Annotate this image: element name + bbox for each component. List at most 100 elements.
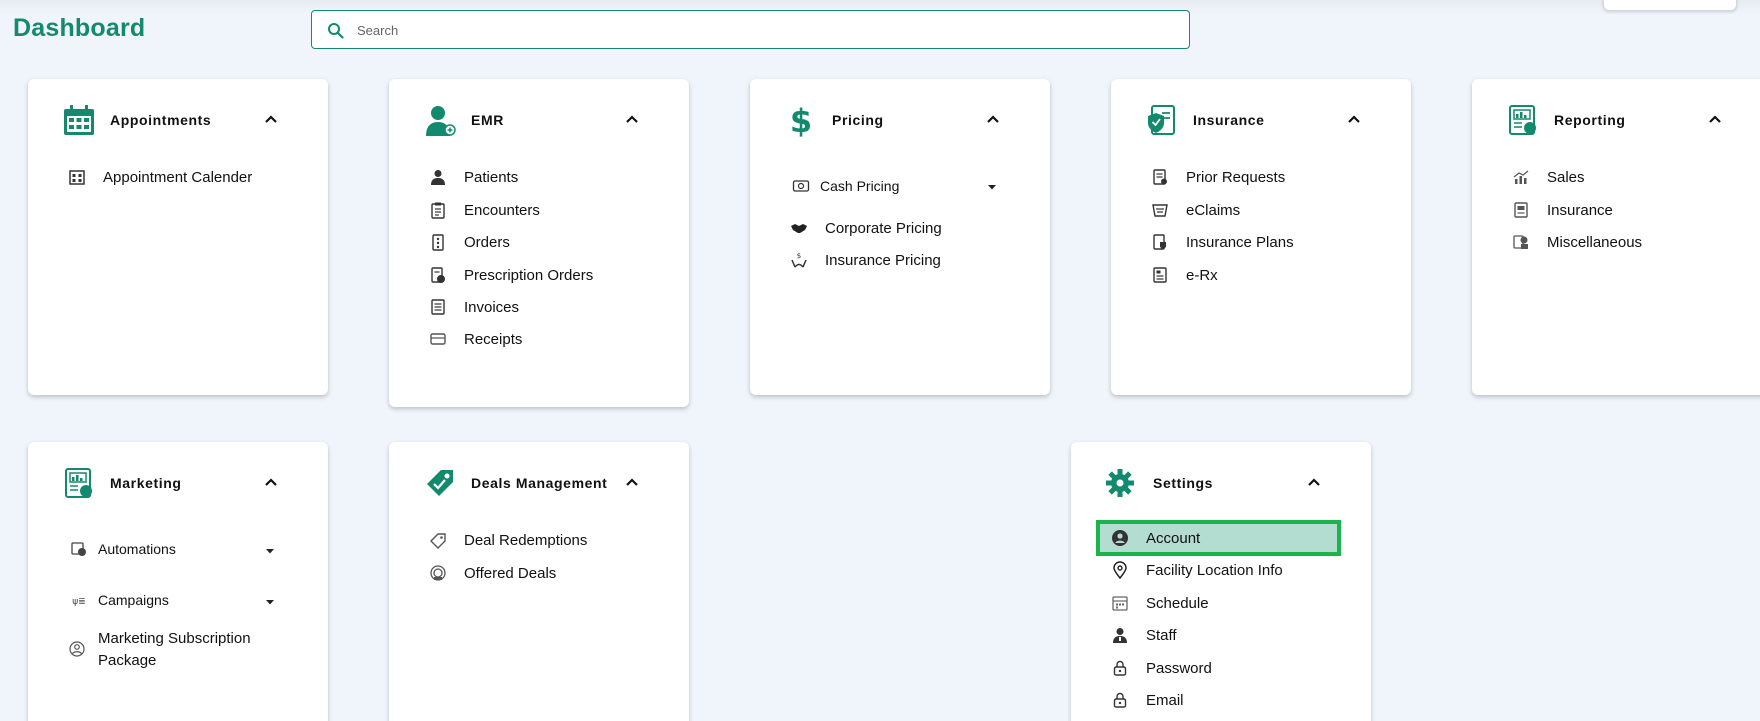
card-header[interactable]: Appointments [28,79,328,159]
menu-item-eclaims[interactable]: eClaims [1151,197,1240,223]
search-icon [328,23,344,39]
card-header[interactable]: Reporting [1472,79,1760,159]
card-reporting: Reporting Sales Insurance Miscellaneous [1472,79,1760,395]
menu-item-label: Insurance Plans [1186,233,1294,251]
card-insurance: Insurance Prior Requests eClaims Insuran… [1111,79,1411,395]
page-title: Dashboard [13,14,146,42]
report-icon [1509,105,1536,135]
chevron-up-icon[interactable] [1708,114,1722,124]
menu-item-receipts[interactable]: Receipts [429,326,522,352]
menu-item-label: Orders [464,233,510,251]
menu-item-corporate-pricing[interactable]: Corporate Pricing [790,215,942,241]
receipt-icon [430,333,446,345]
menu-item-label: Facility Location Info [1146,561,1283,579]
menu-item-label: Password [1146,659,1212,677]
menu-item-label: Insurance [1547,201,1613,219]
card-title: Insurance [1193,112,1265,128]
campaign-icon: ψ≣ [72,597,85,607]
dollar-icon: $ [790,103,812,137]
card-header[interactable]: Insurance [1111,79,1411,159]
card-header[interactable]: Deals Management [389,442,689,522]
card-appointments: Appointments Appointment Calender [28,79,328,395]
menu-item-label: Email [1146,691,1184,709]
menu-item-label: Encounters [464,201,540,219]
calendar-icon [64,105,94,135]
menu-item-label: Sales [1547,168,1585,186]
card-title: Appointments [110,112,212,128]
menu-item-e-rx[interactable]: e-Rx [1151,262,1218,288]
dropdown-automations[interactable]: Automations [70,536,176,562]
menu-item-deal-redemptions[interactable]: Deal Redemptions [429,527,587,553]
menu-item-label: e-Rx [1186,266,1218,284]
menu-item-label: Schedule [1146,594,1209,612]
menu-item-label: Deal Redemptions [464,531,588,549]
dropdown-label: Automations [98,541,176,557]
menu-item-label: Offered Deals [464,564,557,582]
schedule-calendar-icon [1112,596,1128,611]
card-title: Reporting [1554,112,1626,128]
order-list-icon [432,234,444,251]
chevron-up-icon[interactable] [1347,114,1361,124]
menu-item-insurance-plans[interactable]: Insurance Plans [1151,229,1294,255]
card-pricing: $ Pricing Cash Pricing Corporate Pricing… [750,79,1050,395]
card-header[interactable]: EMR [389,79,689,159]
chevron-down-icon[interactable] [265,599,275,605]
dropdown-label: Campaigns [98,592,169,608]
card-settings: Settings Account Facility Location Info … [1071,442,1371,721]
handshake-icon [791,224,807,233]
menu-item-schedule[interactable]: Schedule [1111,590,1209,616]
card-header[interactable]: $ Pricing [750,79,1050,159]
menu-item-staff[interactable]: Staff [1111,622,1177,648]
dropdown-campaigns[interactable]: ψ≣ Campaigns [70,587,169,613]
chevron-up-icon[interactable] [986,114,1000,124]
menu-item-label: Account [1146,529,1201,547]
card-title: Marketing [110,475,182,491]
search-input[interactable] [357,17,1167,43]
menu-item-miscellaneous[interactable]: Miscellaneous [1512,229,1642,255]
chevron-up-icon[interactable] [625,114,639,124]
menu-item-patients[interactable]: Patients [429,164,518,190]
menu-item-sales[interactable]: Sales [1512,164,1585,190]
card-header[interactable]: Settings [1071,442,1371,522]
subscription-user-icon [69,641,85,657]
menu-item-password[interactable]: Password [1111,655,1212,681]
menu-item-orders[interactable]: Orders [429,229,510,255]
menu-item-insurance-pricing[interactable]: $ Insurance Pricing [790,247,941,273]
staff-icon [1113,628,1127,643]
menu-item-label: Patients [464,168,519,186]
claims-icon [1152,204,1168,217]
menu-item-offered-deals[interactable]: Offered Deals [429,560,556,586]
dropdown-cash-pricing[interactable]: Cash Pricing [792,173,899,199]
chevron-down-icon[interactable] [265,548,275,554]
chevron-up-icon[interactable] [264,114,278,124]
menu-item-prior-requests[interactable]: Prior Requests [1151,164,1285,190]
svg-text:$: $ [797,252,801,260]
menu-item-facility-location-info[interactable]: Facility Location Info [1111,557,1283,583]
sales-chart-icon [1513,170,1529,184]
calendar-grid-icon [69,170,85,185]
menu-item-email[interactable]: Email [1111,687,1184,713]
chevron-up-icon[interactable] [264,477,278,487]
menu-item-invoices[interactable]: Invoices [429,294,519,320]
menu-item-marketing-subscription-package[interactable]: Marketing Subscription Package [68,628,251,672]
menu-item-insurance-report[interactable]: Insurance [1512,197,1613,223]
card-title: Settings [1153,475,1214,491]
chevron-up-icon[interactable] [1307,477,1321,487]
hand-coin-icon: $ [791,252,807,268]
account-menu-popup[interactable] [1603,0,1737,11]
menu-item-label: Appointment Calender [103,168,253,186]
menu-item-label: Prior Requests [1186,168,1286,186]
chevron-up-icon[interactable] [625,477,639,487]
menu-item-appointment-calender[interactable]: Appointment Calender [68,164,252,190]
search-bar[interactable] [311,10,1190,49]
tag-icon [430,533,446,549]
menu-item-label: Receipts [464,330,523,348]
chevron-down-icon[interactable] [987,184,997,190]
menu-item-label: Insurance Pricing [825,251,941,269]
menu-item-encounters[interactable]: Encounters [429,197,540,223]
menu-item-account[interactable]: Account [1111,525,1200,551]
svg-text:ψ≣: ψ≣ [72,597,85,607]
menu-item-prescription-orders[interactable]: Prescription Orders [429,262,593,288]
clipboard-icon [431,202,445,219]
card-header[interactable]: Marketing [28,442,328,522]
